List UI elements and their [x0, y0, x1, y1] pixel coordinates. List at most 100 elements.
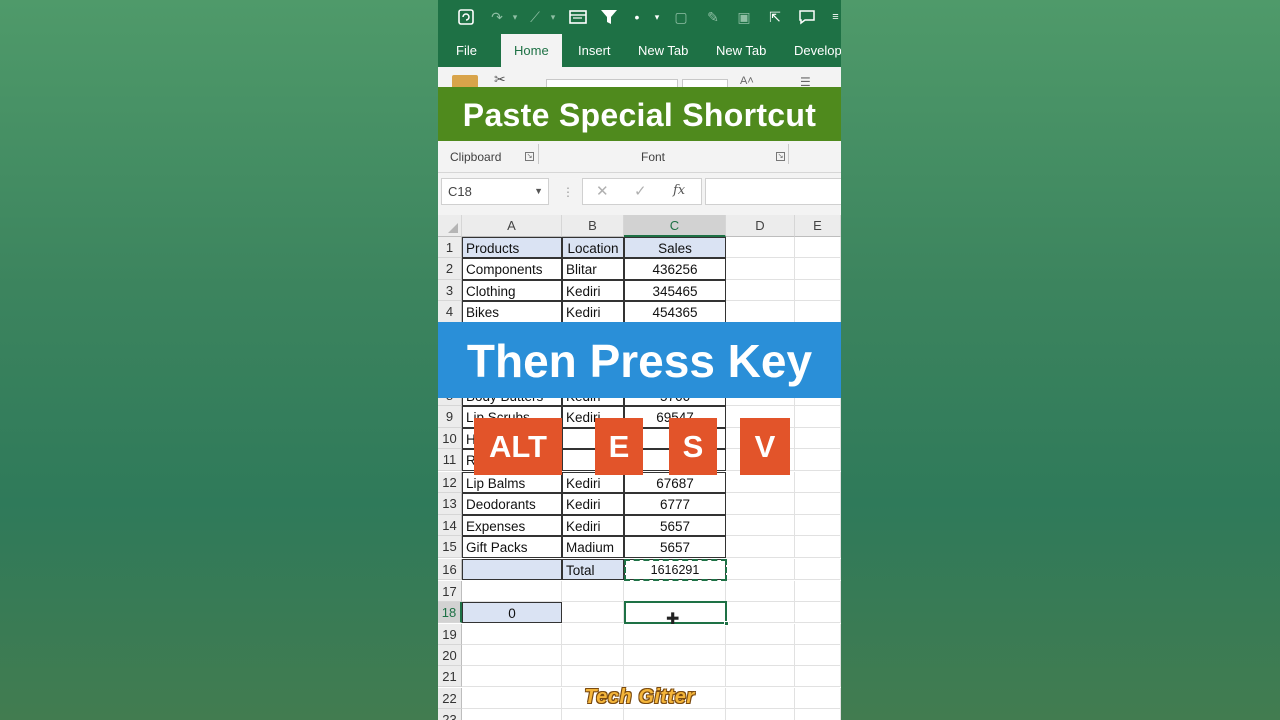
cell-c1[interactable]: Sales: [624, 237, 726, 259]
cell-b1[interactable]: Location: [562, 237, 624, 259]
tab-new-tab-1[interactable]: New Tab: [638, 34, 688, 67]
cell-d21[interactable]: [726, 666, 795, 688]
font-launcher-icon[interactable]: ↘: [776, 152, 785, 161]
cell-b19[interactable]: [562, 624, 624, 646]
cell-e11[interactable]: [795, 449, 841, 471]
cell-b23[interactable]: [562, 709, 624, 720]
cell-c14[interactable]: 5657: [624, 514, 726, 537]
cell-e14[interactable]: [795, 514, 841, 537]
redo-icon[interactable]: ↷: [488, 8, 506, 26]
cell-b21[interactable]: [562, 666, 624, 688]
clipboard-launcher-icon[interactable]: ↘: [525, 152, 534, 161]
cell-b2[interactable]: Blitar: [562, 258, 624, 280]
chart-dropdown-icon[interactable]: ▾: [544, 8, 562, 26]
cell-a13[interactable]: Deodorants: [462, 493, 562, 515]
row-header-14[interactable]: 14: [438, 514, 462, 537]
row-header-3[interactable]: 3: [438, 279, 462, 302]
cell-d14[interactable]: [726, 514, 795, 537]
row-header-17[interactable]: 17: [438, 581, 462, 603]
cell-e10[interactable]: [795, 427, 841, 450]
cell-b4[interactable]: Kediri: [562, 301, 624, 323]
cell-e23[interactable]: [795, 709, 841, 720]
fill-handle[interactable]: [724, 621, 729, 626]
fx-icon[interactable]: fx: [673, 183, 685, 198]
row-header-1[interactable]: 1: [438, 237, 462, 259]
drag-handle-icon[interactable]: ⋮: [562, 185, 574, 199]
cell-c15[interactable]: 5657: [624, 536, 726, 558]
tab-home[interactable]: Home: [501, 34, 562, 67]
cell-e12[interactable]: [795, 472, 841, 494]
cell-e20[interactable]: [795, 645, 841, 667]
form-icon[interactable]: [569, 8, 587, 26]
enter-icon[interactable]: ✓: [634, 182, 647, 200]
name-box[interactable]: C18 ▼: [441, 178, 549, 205]
cell-b15[interactable]: Madium: [562, 536, 624, 558]
column-header-a[interactable]: A: [462, 215, 562, 237]
cell-c17[interactable]: [624, 581, 726, 603]
cell-b13[interactable]: Kediri: [562, 493, 624, 515]
row-header-16[interactable]: 16: [438, 559, 462, 581]
cell-c4[interactable]: 454365: [624, 301, 726, 323]
cell-d1[interactable]: [726, 237, 795, 259]
cell-a19[interactable]: [462, 624, 562, 646]
column-header-b[interactable]: B: [562, 215, 624, 237]
cell-b17[interactable]: [562, 581, 624, 603]
cell-a23[interactable]: [462, 709, 562, 720]
row-header-15[interactable]: 15: [438, 536, 462, 558]
cell-d12[interactable]: [726, 472, 795, 494]
row-header-23[interactable]: 23: [438, 709, 462, 720]
formula-input[interactable]: [705, 178, 841, 205]
row-header-13[interactable]: 13: [438, 493, 462, 515]
tab-file[interactable]: File: [456, 34, 477, 67]
cell-b3[interactable]: Kediri: [562, 279, 624, 302]
cell-c21[interactable]: [624, 666, 726, 688]
cell-a14[interactable]: Expenses: [462, 514, 562, 537]
row-header-2[interactable]: 2: [438, 258, 462, 280]
cell-e2[interactable]: [795, 258, 841, 280]
autosave-icon[interactable]: [457, 8, 475, 26]
column-header-e[interactable]: E: [795, 215, 841, 237]
cell-d17[interactable]: [726, 581, 795, 603]
share-icon[interactable]: ⇱: [766, 8, 784, 26]
cell-d16[interactable]: [726, 559, 795, 581]
row-header-20[interactable]: 20: [438, 645, 462, 667]
dot-icon[interactable]: •: [628, 8, 646, 26]
cell-a20[interactable]: [462, 645, 562, 667]
cell-a17[interactable]: [462, 581, 562, 603]
cell-d15[interactable]: [726, 536, 795, 558]
cell-e19[interactable]: [795, 624, 841, 646]
dropdown-icon[interactable]: ▾: [648, 8, 666, 26]
tab-new-tab-2[interactable]: New Tab: [716, 34, 766, 67]
column-header-d[interactable]: D: [726, 215, 795, 237]
cell-c3[interactable]: 345465: [624, 279, 726, 302]
cell-e9[interactable]: [795, 406, 841, 428]
row-header-18[interactable]: 18: [438, 602, 462, 624]
more-icon[interactable]: ≡: [830, 8, 841, 26]
chevron-down-icon[interactable]: ▼: [534, 179, 543, 204]
tab-developer[interactable]: Develop: [794, 34, 841, 67]
cell-c13[interactable]: 6777: [624, 493, 726, 515]
cell-a1[interactable]: Products: [462, 237, 562, 259]
select-all-corner[interactable]: [438, 215, 462, 237]
cell-d23[interactable]: [726, 709, 795, 720]
cell-a18[interactable]: 0: [462, 602, 562, 624]
tab-insert[interactable]: Insert: [578, 34, 611, 67]
cell-a12[interactable]: Lip Balms: [462, 472, 562, 494]
cell-a4[interactable]: Bikes: [462, 301, 562, 323]
cell-d4[interactable]: [726, 301, 795, 323]
increase-font-icon[interactable]: A˄: [740, 75, 754, 87]
cell-b20[interactable]: [562, 645, 624, 667]
cell-c2[interactable]: 436256: [624, 258, 726, 280]
image-icon[interactable]: ▣: [735, 8, 753, 26]
column-header-c[interactable]: C: [624, 215, 726, 237]
cell-e3[interactable]: [795, 279, 841, 302]
cell-d2[interactable]: [726, 258, 795, 280]
cell-a16[interactable]: [462, 559, 562, 581]
comment-icon[interactable]: [798, 8, 816, 26]
cell-c23[interactable]: [624, 709, 726, 720]
cell-e16[interactable]: [795, 559, 841, 581]
cell-d19[interactable]: [726, 624, 795, 646]
row-header-9[interactable]: 9: [438, 406, 462, 428]
sheet-icon[interactable]: ▢: [672, 8, 690, 26]
cell-d20[interactable]: [726, 645, 795, 667]
